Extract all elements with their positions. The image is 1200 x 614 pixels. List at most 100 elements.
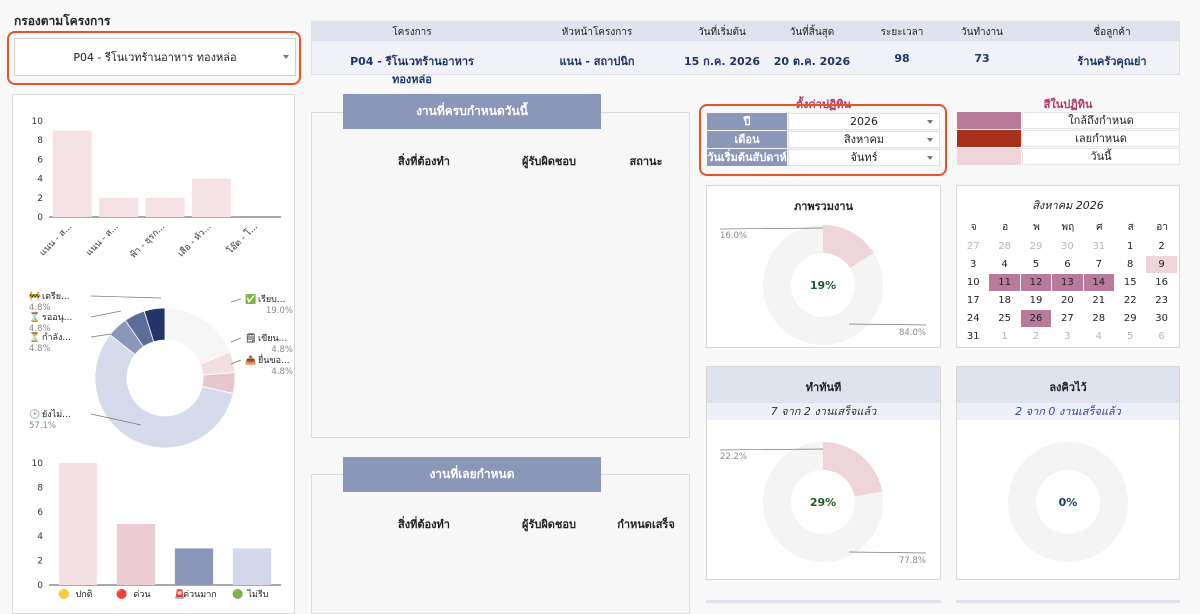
setting-select[interactable]: จันทร์ [788, 149, 940, 166]
calendar-day[interactable]: 24 [958, 310, 988, 327]
y-tick-label: 2 [37, 194, 43, 204]
project-info-table: โครงการ หัวหน้าโครงการ วันที่เริ่มต้น วันที… [311, 21, 1180, 86]
calendar-day[interactable]: 20 [1052, 292, 1082, 309]
project-header-cell: วันที่สิ้นสุด [789, 27, 835, 38]
x-tick-label: แนน - ส... [38, 222, 74, 258]
setting-select[interactable]: 2026 [788, 113, 940, 130]
calendar-day[interactable]: 5 [1021, 256, 1051, 273]
calendar-day[interactable]: 23 [1146, 292, 1176, 309]
calendar-day[interactable]: 10 [958, 274, 988, 291]
calendar-day[interactable]: 27 [1052, 310, 1082, 327]
calendar-day[interactable]: 31 [1084, 238, 1114, 255]
project-header-cell: หัวหน้าโครงการ [561, 27, 633, 38]
calendar-day[interactable]: 13 [1052, 274, 1083, 291]
project-select-value: P04 - รีโนเวทร้านอาหาร ทองหล่อ [73, 51, 237, 64]
chevron-down-icon [927, 119, 933, 124]
overdue-panel [311, 474, 690, 614]
setting-select[interactable]: สิงหาคม [788, 131, 940, 148]
overdue-col-task: สิ่งที่ต้องทำ [398, 518, 450, 531]
donut-slice [164, 307, 231, 365]
slice-pct: 4.8% [29, 303, 51, 313]
calendar-day[interactable]: 30 [1052, 238, 1082, 255]
project-row-cell: 15 ก.ค. 2026 [684, 55, 760, 68]
calendar-day[interactable]: 1 [1115, 238, 1145, 255]
schedule-title: ลงคิวไว้ [1049, 381, 1087, 394]
slice-icon: ✅ [245, 293, 256, 305]
schedule-subtitle: 2 จาก 0 งานเสร็จแล้ว [957, 403, 1179, 420]
calendar-day[interactable]: 28 [1084, 310, 1114, 327]
leader-line [90, 310, 122, 318]
calendar-day[interactable]: 12 [1020, 274, 1052, 291]
color-label: ใกล้ถึงกำหนด [1022, 112, 1180, 129]
calendar-day[interactable]: 9 [1146, 256, 1177, 273]
calendar-day[interactable]: 27 [958, 238, 988, 255]
calendar-day[interactable]: 4 [1084, 328, 1114, 345]
done-pct: 22.2% [720, 452, 747, 462]
calendar-day[interactable]: 30 [1146, 310, 1176, 327]
project-row-cell: 20 ต.ค. 2026 [773, 55, 851, 68]
due-today-col-task: สิ่งที่ต้องทำ [398, 155, 450, 168]
calendar-day[interactable]: 3 [958, 256, 988, 273]
slice-pct: 4.8% [29, 324, 51, 334]
project-select[interactable]: P04 - รีโนเวทร้านอาหาร ทองหล่อ [14, 38, 296, 76]
calendar-day[interactable]: 3 [1052, 328, 1082, 345]
y-tick-label: 8 [37, 136, 43, 146]
legend-icon: 🟡 [58, 588, 69, 600]
donut-center-label: 29% [810, 496, 836, 509]
slice-pct: 4.8% [271, 345, 293, 355]
calendar-day[interactable]: 1 [989, 328, 1019, 345]
overdue-col-owner: ผู้รับผิดชอบ [522, 518, 576, 531]
calendar-day[interactable]: 28 [989, 238, 1019, 255]
calendar-day[interactable]: 11 [989, 274, 1020, 291]
leader-line [230, 298, 242, 303]
status-donut-chart: ✅ เรียบ...19.0%🗒 เขียน...4.8%📤 ยื่นขอ...4.8… [29, 291, 293, 449]
calendar-day[interactable]: 29 [1115, 310, 1145, 327]
slice-icon: 📤 [245, 354, 256, 366]
calendar-day[interactable]: 19 [1021, 292, 1051, 309]
leader-line [90, 333, 112, 338]
calendar-day[interactable]: 7 [1084, 256, 1114, 273]
calendar-day[interactable]: 18 [989, 292, 1019, 309]
calendar-colors-title: สีในปฏิทิน [1043, 98, 1093, 111]
calendar-day[interactable]: 16 [1146, 274, 1176, 291]
due-today-col-owner: ผู้รับผิดชอบ [522, 155, 576, 168]
calendar-day[interactable]: 15 [1115, 274, 1145, 291]
slice-pct: 19.0% [266, 306, 293, 316]
calendar-day[interactable]: 6 [1146, 328, 1176, 345]
calendar-day[interactable]: 29 [1021, 238, 1051, 255]
calendar-day[interactable]: 14 [1083, 274, 1114, 291]
y-tick-label: 4 [37, 175, 43, 185]
calendar-weekday: จ [970, 222, 977, 233]
calendar-day[interactable]: 22 [1115, 292, 1145, 309]
setting-label: ปี [707, 113, 787, 130]
chevron-down-icon [927, 137, 933, 142]
left-charts-panel: 0 2 4 6 8 10 แนน - ส... แนน - ส... ฟ้า - ธุรก...… [12, 94, 295, 614]
slice-label: ยังไม่... [42, 409, 71, 420]
calendar-day[interactable]: 4 [989, 256, 1019, 273]
priority-bar-chart: 0246810🟡 ปกติ 🔴 ด่วน 🚨ด่วนมาก 🟢 ไม่รีบ [32, 459, 281, 600]
calendar-day[interactable]: 26 [1020, 310, 1052, 327]
calendar-day[interactable]: 21 [1084, 292, 1114, 309]
setting-label: เดือน [707, 131, 787, 148]
calendar-day[interactable]: 31 [958, 328, 988, 345]
y-tick-label: 0 [37, 213, 43, 223]
leader-line [230, 337, 242, 343]
chevron-down-icon [927, 155, 933, 160]
x-tick-label: แนน - ส... [85, 222, 121, 258]
calendar-day[interactable]: 17 [958, 292, 988, 309]
calendar-day[interactable]: 2 [1146, 238, 1176, 255]
calendar-day[interactable]: 6 [1052, 256, 1082, 273]
x-tick-label: โอ๊ต - โ... [225, 221, 260, 256]
project-row-cell: ร้านครัวคุณย่า [1077, 55, 1147, 68]
color-label: เลยกำหนด [1022, 130, 1180, 147]
slice-pct: 57.1% [29, 421, 56, 431]
do-now-title: ทำทันที [805, 381, 842, 394]
calendar-day[interactable]: 25 [989, 310, 1019, 327]
project-header-cell: โครงการ [392, 27, 432, 38]
calendar-day[interactable]: 5 [1115, 328, 1145, 345]
due-today-title: งานที่ครบกำหนดวันนี้ [343, 94, 601, 129]
calendar-day[interactable]: 2 [1021, 328, 1051, 345]
slice-icon: 🕒 [29, 408, 40, 420]
calendar-day[interactable]: 8 [1115, 256, 1145, 273]
slice-label: เรียบ... [258, 294, 285, 305]
